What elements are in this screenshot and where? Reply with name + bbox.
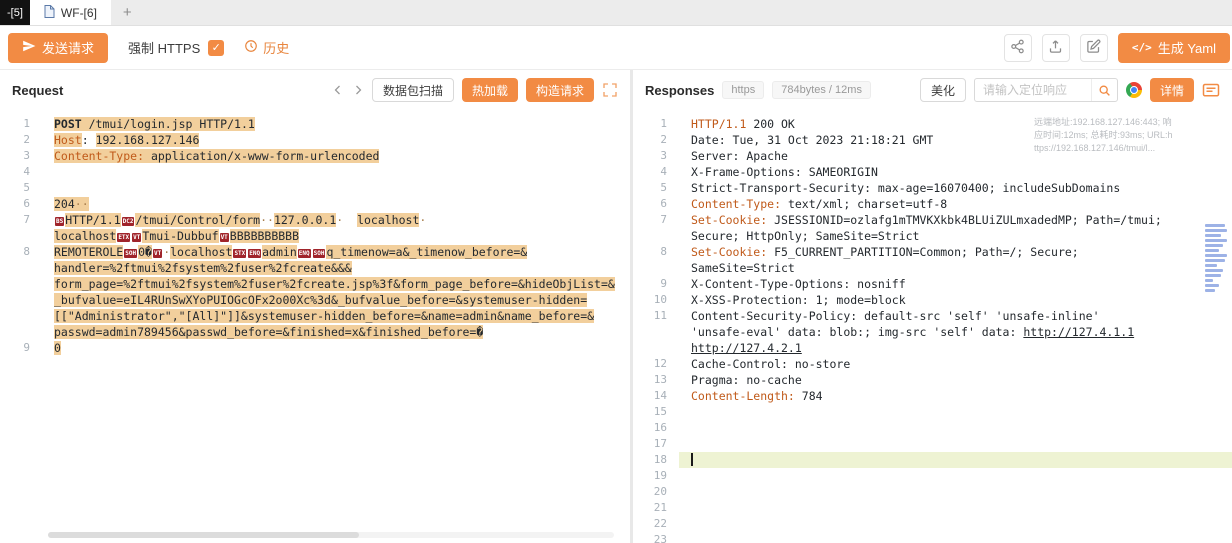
size-time-badge: 784bytes / 12ms (772, 81, 871, 99)
prev-request-button[interactable] (332, 84, 344, 96)
fuzzer-toolbar: 发送请求 强制 HTTPS ✓ 历史 </> 生成 Yaml (0, 26, 1232, 70)
editor-line-7: 7Set-Cookie: JSESSIONID=ozlafg1mTMVKXkbk… (633, 212, 1232, 244)
send-request-button[interactable]: 发送请求 (8, 33, 108, 63)
force-https-checkbox[interactable]: ✓ (208, 40, 224, 56)
editor-minimap[interactable] (1205, 222, 1229, 294)
history-button[interactable]: 历史 (244, 38, 289, 57)
code-icon: </> (1132, 41, 1152, 54)
scrollbar-thumb[interactable] (48, 532, 359, 538)
request-lines: 1POST /tmui/login.jsp HTTP/1.12Host: 192… (0, 116, 630, 356)
edit-icon (1086, 39, 1101, 57)
editor-line-3: 3Server: Apache (633, 148, 1232, 164)
editor-line-19: 19 (633, 468, 1232, 484)
file-icon (44, 5, 55, 21)
editor-line-8: 8Set-Cookie: F5_CURRENT_PARTITION=Common… (633, 244, 1232, 276)
clock-icon (244, 39, 258, 56)
response-editor[interactable]: 1HTTP/1.1 200 OK2Date: Tue, 31 Oct 2023 … (633, 110, 1232, 543)
search-input[interactable] (975, 83, 1091, 97)
request-panel: Request 数据包扫描 热加载 构造请求 1POST /tmui/login… (0, 70, 630, 543)
packet-scan-button[interactable]: 数据包扫描 (372, 78, 454, 102)
export-icon (1048, 39, 1063, 57)
editor-line-9: 9X-Content-Type-Options: nosniff (633, 276, 1232, 292)
search-box (974, 78, 1118, 102)
editor-line-4: 4X-Frame-Options: SAMEORIGIN (633, 164, 1232, 180)
editor-line-2: 2Host: 192.168.127.146 (0, 132, 630, 148)
response-header-tools: 美化 详情 (920, 78, 1220, 102)
editor-line-14: 14Content-Length: 784 (633, 388, 1232, 404)
editor-line-4: 4 (0, 164, 630, 180)
protocol-badge: https (722, 81, 764, 99)
editor-line-7: 7BSHTTP/1.1DC2/tmui/Control/form··127.0.… (0, 212, 630, 244)
message-icon[interactable] (1202, 82, 1220, 99)
fullscreen-icon[interactable] (602, 82, 618, 98)
editor-line-2: 2Date: Tue, 31 Oct 2023 21:18:21 GMT (633, 132, 1232, 148)
history-label: 历史 (263, 38, 289, 57)
editor-line-18: 18 (633, 452, 1232, 468)
editor-line-22: 22 (633, 516, 1232, 532)
editor-line-3: 3Content-Type: application/x-www-form-ur… (0, 148, 630, 164)
request-header-tools: 数据包扫描 热加载 构造请求 (332, 78, 618, 102)
send-label: 发送请求 (42, 38, 94, 57)
send-icon (22, 39, 36, 56)
editor-line-20: 20 (633, 484, 1232, 500)
editor-line-13: 13Pragma: no-cache (633, 372, 1232, 388)
response-header: Responses https 784bytes / 12ms 美化 详情 (633, 70, 1232, 110)
editor-line-1: 1POST /tmui/login.jsp HTTP/1.1 (0, 116, 630, 132)
editor-line-8: 8REMOTEROLESOH0�VT·localhostSTXENQadminE… (0, 244, 630, 340)
generate-yaml-label: 生成 Yaml (1158, 38, 1216, 57)
hot-reload-button[interactable]: 热加载 (462, 78, 518, 102)
editor-line-16: 16 (633, 420, 1232, 436)
request-editor[interactable]: 1POST /tmui/login.jsp HTTP/1.12Host: 192… (0, 110, 630, 543)
main-split: Request 数据包扫描 热加载 构造请求 1POST /tmui/login… (0, 70, 1232, 543)
editor-line-5: 5Strict-Transport-Security: max-age=1607… (633, 180, 1232, 196)
force-https-group: 强制 HTTPS ✓ (128, 38, 224, 57)
share-icon (1010, 39, 1025, 57)
webfuzzer-app: -[5] WF-[6] + 发送请求 强制 HTTPS ✓ 历史 </> 生成 … (0, 0, 1232, 543)
share-button[interactable] (1004, 34, 1032, 62)
request-header: Request 数据包扫描 热加载 构造请求 (0, 70, 630, 110)
beautify-button[interactable]: 美化 (920, 78, 966, 102)
editor-line-6: 6204·· (0, 196, 630, 212)
new-tab-button[interactable]: + (111, 0, 144, 25)
tab-bar: -[5] WF-[6] + (0, 0, 1232, 26)
tab-overflow[interactable]: -[5] (0, 0, 30, 25)
export-button[interactable] (1042, 34, 1070, 62)
construct-request-button[interactable]: 构造请求 (526, 78, 594, 102)
next-request-button[interactable] (352, 84, 364, 96)
search-icon[interactable] (1091, 79, 1117, 101)
tab-wf-6[interactable]: WF-[6] (30, 0, 111, 25)
editor-line-15: 15 (633, 404, 1232, 420)
chrome-icon[interactable] (1126, 82, 1142, 98)
tab-label: WF-[6] (61, 6, 97, 20)
force-https-label: 强制 HTTPS (128, 38, 200, 57)
editor-line-6: 6Content-Type: text/xml; charset=utf-8 (633, 196, 1232, 212)
toolbar-right-group: </> 生成 Yaml (1004, 33, 1232, 63)
responses-title: Responses (645, 83, 714, 98)
editor-line-17: 17 (633, 436, 1232, 452)
detail-button[interactable]: 详情 (1150, 78, 1194, 102)
editor-line-12: 12Cache-Control: no-store (633, 356, 1232, 372)
editor-line-1: 1HTTP/1.1 200 OK (633, 116, 1232, 132)
request-title: Request (12, 83, 63, 98)
editor-line-10: 10X-XSS-Protection: 1; mode=block (633, 292, 1232, 308)
editor-line-5: 5 (0, 180, 630, 196)
generate-yaml-button[interactable]: </> 生成 Yaml (1118, 33, 1230, 63)
editor-line-21: 21 (633, 500, 1232, 516)
editor-line-23: 23 (633, 532, 1232, 543)
response-panel: Responses https 784bytes / 12ms 美化 详情 1H… (633, 70, 1232, 543)
horizontal-scrollbar[interactable] (48, 532, 614, 538)
editor-line-9: 90 (0, 340, 630, 356)
editor-line-11: 11Content-Security-Policy: default-src '… (633, 308, 1232, 356)
response-lines: 1HTTP/1.1 200 OK2Date: Tue, 31 Oct 2023 … (633, 116, 1232, 543)
edit-button[interactable] (1080, 34, 1108, 62)
